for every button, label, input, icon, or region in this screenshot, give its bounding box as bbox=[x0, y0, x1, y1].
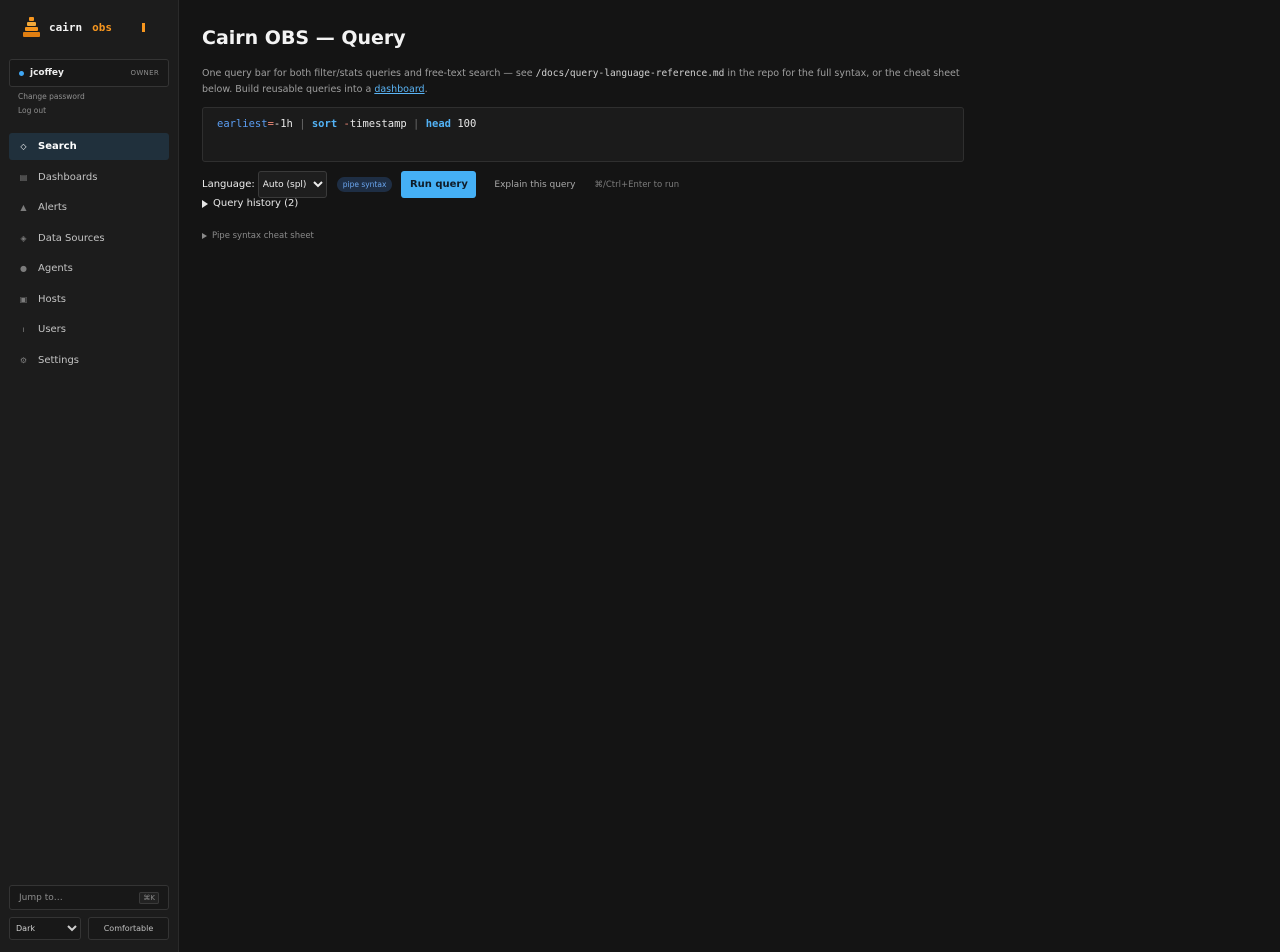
cheat-sheet-toggle[interactable]: Pipe syntax cheat sheet bbox=[202, 231, 314, 241]
keyboard-hint: ⌘/Ctrl+Enter to run bbox=[594, 179, 680, 190]
gear-icon: ⚙ bbox=[19, 355, 28, 365]
query-token-command: sort bbox=[311, 118, 338, 130]
user-icon: ı bbox=[22, 325, 25, 334]
cheat-sheet-label: Pipe syntax cheat sheet bbox=[212, 231, 314, 241]
query-controls: Language: Auto (spl) pipe syntax Run que… bbox=[202, 170, 679, 199]
cairn-logo-icon bbox=[23, 17, 40, 37]
dashboard-icon: ▤ bbox=[19, 172, 28, 182]
sidebar-item-hosts[interactable]: ▣ Hosts bbox=[9, 286, 169, 313]
sidebar-item-label: Hosts bbox=[38, 293, 66, 305]
sidebar-item-agents[interactable]: ● Agents bbox=[9, 255, 169, 282]
intro-text: One query bar for both filter/stats quer… bbox=[202, 66, 972, 98]
keyboard-shortcut-badge: ⌘K bbox=[139, 891, 159, 904]
sidebar: cairn obs jcoffey OWNER Change password … bbox=[0, 0, 179, 952]
change-password-link[interactable]: Change password bbox=[18, 92, 85, 101]
brand[interactable]: cairn obs bbox=[22, 16, 145, 38]
sidebar-item-settings[interactable]: ⚙ Settings bbox=[9, 347, 169, 374]
query-token-field: earliest bbox=[217, 118, 268, 130]
sidebar-item-dashboards[interactable]: ▤ Dashboards bbox=[9, 164, 169, 191]
brand-name: cairn bbox=[49, 20, 83, 34]
status-dot-icon bbox=[19, 70, 24, 76]
page-title: Cairn OBS — Query bbox=[202, 27, 406, 49]
intro-text-part: . bbox=[424, 84, 428, 95]
jump-to-placeholder: Jump to… bbox=[19, 892, 63, 903]
query-token-value: 100 bbox=[457, 118, 477, 130]
query-token-pipe: | bbox=[413, 118, 420, 130]
diamond-icon: ◇ bbox=[20, 142, 27, 151]
intro-text-part: One query bar for both filter/stats quer… bbox=[202, 68, 536, 79]
query-token-pipe: | bbox=[299, 118, 306, 130]
query-editor[interactable]: earliest=-1h | sort -timestamp | head 10… bbox=[202, 107, 964, 162]
explain-query-button[interactable]: Explain this query bbox=[494, 180, 575, 190]
sidebar-item-search[interactable]: ◇ Search bbox=[9, 133, 169, 160]
sidebar-item-label: Search bbox=[38, 141, 77, 152]
disclosure-triangle-icon bbox=[202, 199, 208, 208]
query-token-value: timestamp bbox=[349, 118, 407, 130]
language-label: Language: bbox=[202, 179, 255, 190]
theme-select[interactable]: Dark bbox=[9, 917, 81, 940]
query-history-toggle[interactable]: Query history (2) bbox=[202, 198, 298, 209]
density-toggle-button[interactable]: Comfortable bbox=[88, 917, 169, 940]
query-history-label: Query history (2) bbox=[213, 198, 299, 209]
sidebar-item-label: Users bbox=[38, 324, 67, 335]
sidebar-item-label: Settings bbox=[38, 354, 80, 366]
run-query-button[interactable]: Run query bbox=[401, 171, 477, 198]
alert-icon: ▲ bbox=[20, 203, 27, 212]
user-role-badge: OWNER bbox=[130, 69, 159, 77]
syntax-badge: pipe syntax bbox=[336, 177, 393, 192]
host-icon: ▣ bbox=[19, 294, 28, 304]
disclosure-triangle-icon bbox=[202, 233, 207, 239]
sidebar-item-alerts[interactable]: ▲ Alerts bbox=[9, 194, 169, 221]
docs-path-code: /docs/query-language-reference.md bbox=[535, 68, 725, 79]
sidebar-item-label: Data Sources bbox=[38, 232, 105, 244]
sidebar-item-label: Dashboards bbox=[38, 171, 98, 183]
brand-suffix: obs bbox=[92, 20, 112, 34]
query-token-command: head bbox=[425, 118, 451, 130]
sidebar-item-users[interactable]: ı Users bbox=[9, 316, 169, 343]
language-select[interactable]: Auto (spl) bbox=[257, 171, 327, 198]
data-sources-icon: ◈ bbox=[20, 233, 27, 243]
dashboard-link[interactable]: dashboard bbox=[374, 84, 424, 95]
agent-icon: ● bbox=[20, 264, 27, 273]
sidebar-item-label: Agents bbox=[38, 263, 73, 274]
user-card[interactable]: jcoffey OWNER bbox=[9, 59, 169, 87]
sidebar-item-data-sources[interactable]: ◈ Data Sources bbox=[9, 225, 169, 252]
cursor-caret-icon bbox=[142, 22, 145, 32]
query-token-value: -1h bbox=[273, 118, 293, 130]
sidebar-nav: ◇ Search ▤ Dashboards ▲ Alerts ◈ Data So… bbox=[9, 133, 169, 377]
jump-to-search[interactable]: Jump to… ⌘K bbox=[9, 885, 169, 910]
user-name: jcoffey bbox=[30, 68, 64, 78]
sidebar-item-label: Alerts bbox=[38, 202, 68, 213]
logout-link[interactable]: Log out bbox=[18, 106, 46, 115]
